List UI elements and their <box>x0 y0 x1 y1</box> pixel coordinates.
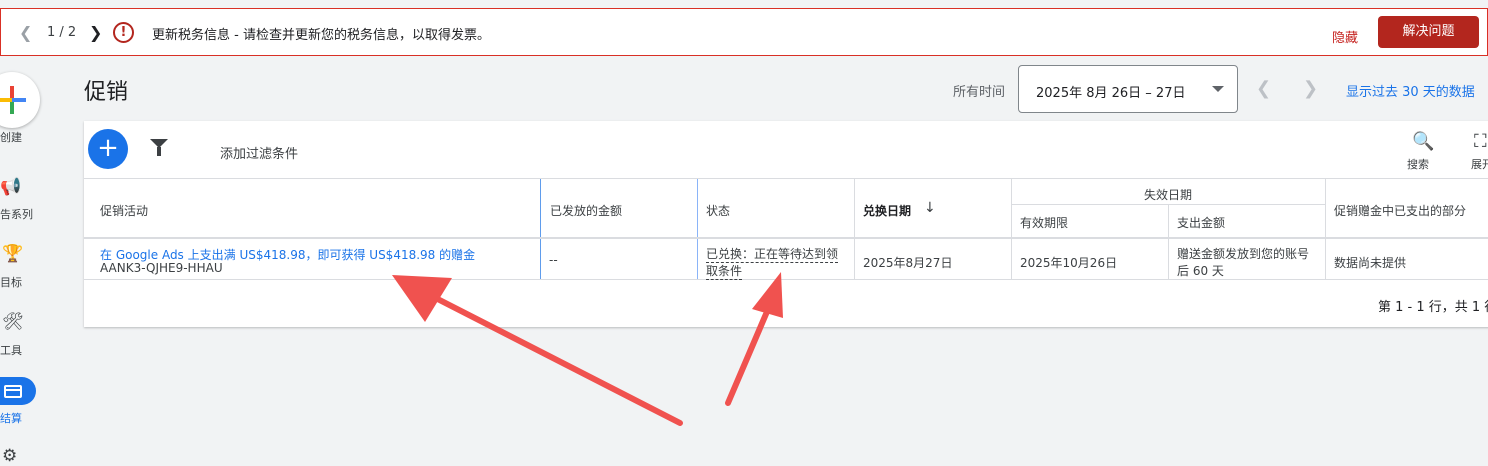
error-icon: ! <box>113 22 134 43</box>
column-header-promo[interactable]: 促销活动 <box>100 202 148 219</box>
search-button-label[interactable]: 搜索 <box>1407 156 1429 172</box>
chevron-right-icon[interactable]: ❯ <box>89 23 102 42</box>
plus-icon <box>0 86 26 114</box>
dropdown-caret-icon <box>1212 86 1224 92</box>
gear-icon[interactable]: ⚙ <box>2 446 17 466</box>
billing-card-icon[interactable] <box>0 377 36 405</box>
status-cell-line2[interactable]: 取条件 <box>706 262 743 280</box>
side-navigation: 创建 📢 告系列 🏆 目标 🛠 工具 结算 ⚙ <box>0 56 70 466</box>
nav-item-tools[interactable]: 工具 <box>0 342 22 358</box>
fix-issue-button[interactable]: 解决问题 <box>1378 16 1479 48</box>
search-icon[interactable]: 🔍 <box>1412 131 1434 152</box>
alert-counter: 1 / 2 <box>47 25 77 40</box>
spent-portion-cell: 数据尚未提供 <box>1334 256 1407 270</box>
spend-amount-cell-line2: 后 60 天 <box>1177 264 1224 278</box>
promotions-table-card: + 添加过滤条件 🔍 搜索 ⛶ 展开 促销活动 已发放的金额 状态 兑换日期 ↓… <box>84 121 1488 327</box>
issued-amount-cell: -- <box>549 253 558 267</box>
column-header-spend-amount[interactable]: 支出金额 <box>1177 214 1225 231</box>
create-label: 创建 <box>0 131 22 144</box>
status-cell-line1[interactable]: 已兑换：正在等待达到领 <box>706 245 839 263</box>
column-header-spent-portion[interactable]: 促销赠金中已支出的部分 <box>1334 202 1466 219</box>
alert-message: 更新税务信息 - 请检查并更新您的税务信息，以取得发票。 <box>152 28 490 43</box>
column-group-expiry: 失效日期 <box>1144 188 1193 202</box>
megaphone-icon[interactable]: 📢 <box>0 177 21 197</box>
nav-item-goals[interactable]: 目标 <box>0 274 22 290</box>
add-button[interactable]: + <box>88 129 128 169</box>
spend-amount-cell-line1: 赠送金额发放到您的账号 <box>1177 247 1310 261</box>
chevron-left-icon[interactable]: ❮ <box>19 23 32 42</box>
column-header-issued-amount[interactable]: 已发放的金额 <box>550 202 622 219</box>
nav-item-billing[interactable]: 结算 <box>0 410 22 426</box>
sort-descending-icon[interactable]: ↓ <box>924 200 936 216</box>
date-range-value: 2025年 8月 26日 – 27日 <box>1036 86 1186 101</box>
add-filter-button[interactable]: 添加过滤条件 <box>220 143 298 162</box>
trophy-icon[interactable]: 🏆 <box>2 244 23 264</box>
create-button[interactable] <box>0 72 40 128</box>
fullscreen-icon[interactable]: ⛶ <box>1474 131 1487 152</box>
column-header-status[interactable]: 状态 <box>706 202 730 219</box>
validity-cell: 2025年10月26日 <box>1020 256 1118 270</box>
nav-item-campaigns[interactable]: 告系列 <box>0 206 33 222</box>
date-range-select[interactable]: 2025年 8月 26日 – 27日 <box>1018 65 1238 113</box>
tax-alert-banner: ❮ 1 / 2 ❯ ! 更新税务信息 - 请检查并更新您的税务信息，以取得发票。… <box>0 8 1488 56</box>
pagination-count: 第 1 - 1 行，共 1 行 <box>1378 300 1488 315</box>
page-title: 促销 <box>84 80 129 105</box>
tools-icon[interactable]: 🛠 <box>2 312 24 332</box>
hide-button[interactable]: 隐藏 <box>1332 27 1358 46</box>
column-header-validity[interactable]: 有效期限 <box>1020 214 1068 231</box>
filter-icon[interactable] <box>150 139 168 157</box>
redeem-date-cell: 2025年8月27日 <box>863 256 953 270</box>
chevron-right-icon[interactable]: ❯ <box>1303 78 1318 99</box>
promo-code: AANK3-QJHE9-HHAU <box>100 261 223 275</box>
expand-button-label[interactable]: 展开 <box>1471 156 1488 172</box>
column-header-redeem-date[interactable]: 兑换日期 <box>863 202 911 219</box>
promotions-table: 促销活动 已发放的金额 状态 兑换日期 ↓ 失效日期 有效期限 支出金额 促销赠… <box>84 178 1488 280</box>
chevron-left-icon[interactable]: ❮ <box>1256 78 1271 99</box>
show-last-30-days-link[interactable]: 显示过去 30 天的数据 <box>1346 81 1475 100</box>
time-range-label: 所有时间 <box>953 85 1006 100</box>
